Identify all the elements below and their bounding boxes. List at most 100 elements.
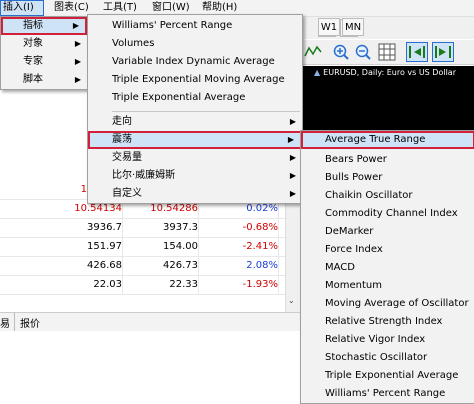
indicators-menu-item-group[interactable]: 自定义 ▶ [88,185,302,203]
menu-item-label: Williams' Percent Range [325,388,446,399]
change-cell: -2.41% [210,237,279,256]
menu-insert[interactable]: 插入(I) [0,0,44,16]
submenu-arrow-icon: ▶ [74,57,81,66]
menu-item-label: Stochastic Oscillator [325,352,428,363]
oscillator-menu-item[interactable]: Commodity Channel Index [301,205,474,223]
oscillator-menu-item[interactable]: Bears Power [301,151,474,169]
chart-title-text: EURUSD, Daily: Euro vs US Dollar [323,68,456,77]
chart-shift-button[interactable] [432,42,454,62]
bid-cell: 3936.7 [60,218,123,237]
oscillator-menu-item[interactable]: Momentum [301,277,474,295]
menu-item-label: MACD [325,262,355,273]
indicators-menu-item[interactable]: Volumes [88,35,302,53]
timeframe-mn-button[interactable]: MN [342,18,364,36]
menu-item-label: 走向 [112,116,132,127]
bottom-panel [0,331,300,402]
indicators-menu-item-oscillators[interactable]: 震荡 ▶ [88,131,302,149]
zoom-out-icon[interactable] [354,43,372,61]
bottom-tabbar: 易 报价 [0,312,300,332]
menu-item-label: Triple Exponential Average [112,92,246,103]
oscillator-menu-item[interactable]: Williams' Percent Range [301,385,474,403]
chart-window-title: ▲ EURUSD, Daily: Euro vs US Dollar [314,66,474,80]
menu-item-label: Variable Index Dynamic Average [112,56,275,67]
oscillator-menu-item[interactable]: Bulls Power [301,169,474,187]
ask-cell: 426.73 [130,256,199,275]
menu-item-label: 指标 [23,20,43,31]
menu-item-label: Triple Exponential Moving Average [112,74,285,85]
table-row[interactable]: 22.03 22.33 -1.93% [0,275,285,295]
tab-trade[interactable]: 易 [0,315,10,330]
bid-cell: 22.03 [60,275,123,294]
autoscroll-icon [409,46,425,58]
indicators-menu-item-group[interactable]: 交易量 ▶ [88,149,302,167]
oscillator-menu-item[interactable]: Relative Strength Index [301,313,474,331]
menu-item-label: DeMarker [325,226,374,237]
change-cell: -0.68% [210,218,279,237]
insert-menu-item-experts[interactable]: 专家 ▶ [1,53,87,71]
indicators-menu-item-group[interactable]: 走向 ▶ [88,113,302,131]
insert-menu: 指标 ▶ 对象 ▶ 专家 ▶ 脚本 ▶ [0,16,88,90]
insert-menu-item-scripts[interactable]: 脚本 ▶ [1,71,87,89]
menu-item-label: 对象 [23,38,43,49]
insert-menu-item-objects[interactable]: 对象 ▶ [1,35,87,53]
toolbar-bottom [300,40,474,65]
oscillator-menu-item[interactable]: DeMarker [301,223,474,241]
menu-item-label: Average True Range [325,134,426,145]
bid-cell: 426.68 [60,256,123,275]
autoscroll-button[interactable] [406,42,428,62]
submenu-arrow-icon: ▶ [289,171,296,180]
submenu-arrow-icon: ▶ [289,117,296,126]
indicators-menu-item-group[interactable]: 比尔·威廉姆斯 ▶ [88,167,302,185]
indicators-menu: Williams' Percent Range Volumes Variable I… [87,14,303,204]
menu-item-label: Momentum [325,280,382,291]
menu-item-label: 专家 [23,56,43,67]
zoom-in-icon[interactable] [332,43,350,61]
oscillators-menu: Average True Range Bears Power Bulls Power… [300,130,474,404]
submenu-arrow-icon: ▶ [72,21,79,30]
ask-cell: 3937.3 [130,218,199,237]
menu-item-label: Bears Power [325,154,387,165]
menu-chart[interactable]: 图表(C) [52,0,91,16]
indicators-menu-item[interactable]: Williams' Percent Range [88,17,302,35]
indicators-menu-item[interactable]: Variable Index Dynamic Average [88,53,302,71]
oscillator-menu-item[interactable]: Relative Vigor Index [301,331,474,349]
menu-item-label: 自定义 [112,188,142,199]
table-row[interactable]: 3936.7 3937.3 -0.68% [0,218,285,238]
menu-item-label: Williams' Percent Range [112,20,233,31]
oscillator-menu-item[interactable]: Stochastic Oscillator [301,349,474,367]
grid-icon[interactable] [378,43,396,61]
indicators-menu-item[interactable]: Triple Exponential Average [88,89,302,107]
scroll-down-icon[interactable]: ⌄ [288,296,295,305]
change-cell: -1.93% [210,275,279,294]
menu-item-label: Commodity Channel Index [325,208,458,219]
change-cell: 2.08% [210,256,279,275]
oscillator-item-average-true-range[interactable]: Average True Range [301,131,474,149]
table-row[interactable]: 426.68 426.73 2.08% [0,256,285,276]
oscillator-menu-item[interactable]: Chaikin Oscillator [301,187,474,205]
menu-item-label: Force Index [325,244,383,255]
timeframe-w1-button[interactable]: W1 [318,18,340,36]
tab-quotes[interactable]: 报价 [20,315,40,330]
menu-item-label: 比尔·威廉姆斯 [112,170,176,181]
oscillator-menu-item[interactable]: MACD [301,259,474,277]
oscillator-menu-item[interactable]: Force Index [301,241,474,259]
ask-cell: 154.00 [130,237,199,256]
shift-icon [435,46,451,58]
submenu-arrow-icon: ▶ [287,135,294,144]
menu-item-label: Volumes [112,38,155,49]
oscillator-menu-item[interactable]: Triple Exponential Average [301,367,474,385]
menu-item-label: Chaikin Oscillator [325,190,413,201]
menu-item-label: 交易量 [112,152,142,163]
submenu-arrow-icon: ▶ [289,153,296,162]
menu-item-label: 震荡 [112,134,132,145]
table-row[interactable]: 151.97 154.00 -2.41% [0,237,285,257]
chart-area[interactable] [300,80,474,130]
line-chart-icon[interactable] [304,44,322,60]
menu-item-label: Triple Exponential Average [325,370,459,381]
chart-symbol-icon: ▲ [314,68,321,77]
menu-item-label: Bulls Power [325,172,383,183]
oscillator-menu-item[interactable]: Moving Average of Oscillator [301,295,474,313]
indicators-menu-item[interactable]: Triple Exponential Moving Average [88,71,302,89]
submenu-arrow-icon: ▶ [289,189,296,198]
insert-menu-item-indicators[interactable]: 指标 ▶ [1,17,87,35]
